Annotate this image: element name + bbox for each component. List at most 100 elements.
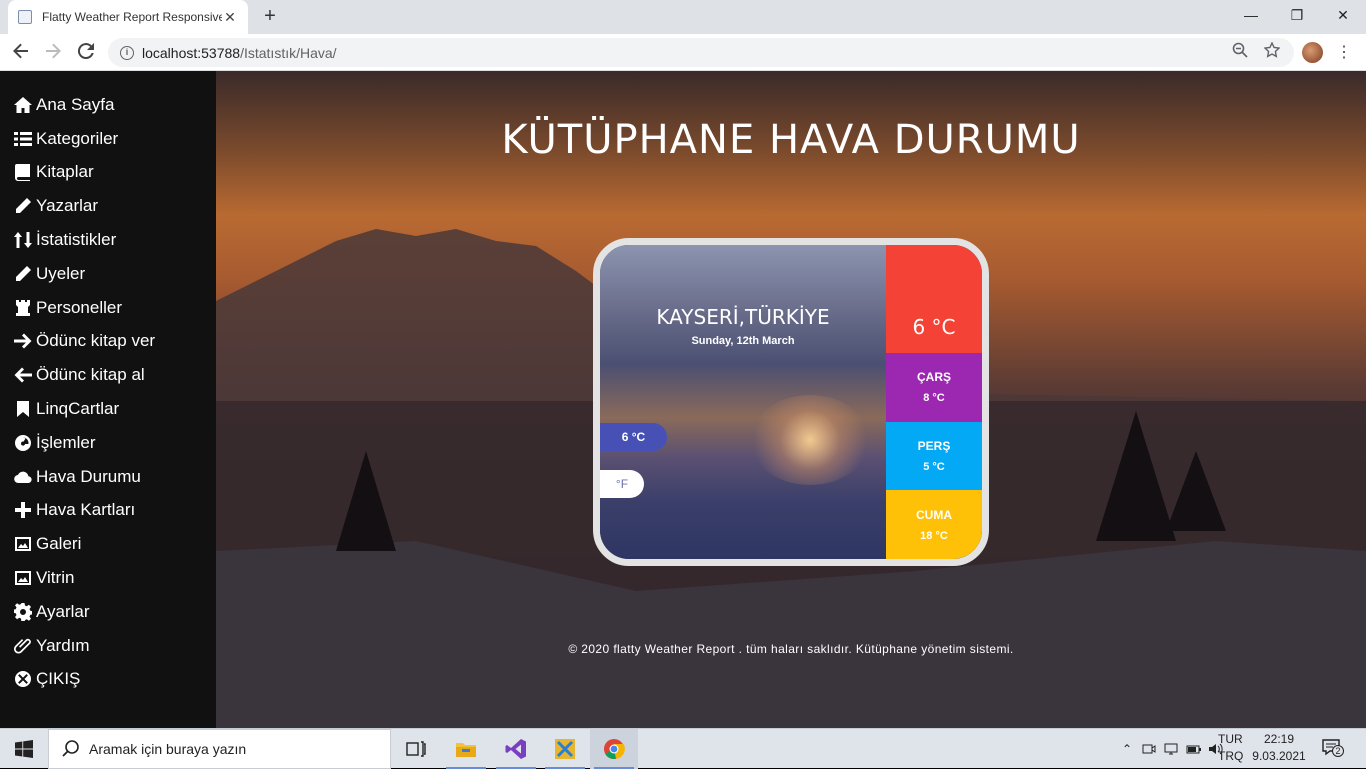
site-info-icon[interactable]: i [120, 45, 134, 60]
forecast-day-name: ÇARŞ [916, 370, 951, 385]
main-content: KÜTÜPHANE HAVA DURUMU KAYSERİ,TÜRKİYE Su… [216, 71, 1366, 728]
search-icon [62, 740, 79, 757]
book-icon [14, 162, 36, 182]
forecast-day-temp: 5 °C [923, 461, 945, 474]
sidebar-item-personeller[interactable]: Personeller [0, 291, 216, 325]
weather-date: Sunday, 12th March [691, 335, 795, 347]
current-temperature: 6 °C [886, 245, 982, 353]
taskbar-search-box[interactable]: Aramak için buraya yazın [48, 729, 391, 769]
sidebar-item-label: Personeller [36, 297, 122, 317]
visual-studio-icon [505, 739, 526, 759]
image-icon [14, 534, 36, 554]
forecast-day-temp: 18 °C [920, 529, 948, 542]
new-tab-button[interactable]: + [258, 5, 282, 29]
sidebar-item-label: Yardım [36, 635, 90, 655]
meet-now-icon[interactable] [1142, 742, 1156, 756]
clock-time: 22:19 [1263, 732, 1295, 746]
back-button[interactable] [8, 40, 34, 66]
language-code: TUR [1218, 732, 1243, 746]
arrow-left-icon [14, 365, 36, 385]
minimize-button[interactable]: — [1228, 0, 1274, 30]
sidebar-item-islemler[interactable]: İşlemler [0, 426, 216, 460]
start-button[interactable] [0, 729, 48, 769]
address-bar[interactable]: i localhost:53788/Istatıstık/Hava/ [108, 38, 1294, 67]
sunset-glow [750, 395, 870, 485]
paperclip-icon [14, 636, 36, 656]
weather-card: KAYSERİ,TÜRKİYE Sunday, 12th March 6 °C … [593, 238, 989, 566]
visual-studio-button[interactable] [492, 729, 540, 769]
fahrenheit-toggle[interactable]: °F [600, 470, 644, 498]
sql-server-button[interactable] [541, 729, 589, 769]
city-name: KAYSERİ,TÜRKİYE [656, 305, 830, 329]
chrome-button[interactable] [590, 729, 638, 769]
forecast-day-name: CUMA [916, 507, 952, 522]
zoom-icon[interactable] [1232, 42, 1248, 62]
forecast-day: CUMA 18 °C [886, 490, 982, 559]
browser-tab[interactable]: Flatty Weather Report Responsive ✕ [8, 0, 248, 34]
sidebar-item-kategoriler[interactable]: Kategoriler [0, 122, 216, 156]
task-view-button[interactable] [392, 729, 440, 769]
browser-menu-icon[interactable]: ⋮ [1336, 40, 1352, 66]
page-favicon-icon [18, 10, 32, 24]
sidebar-item-odunc-kitap-al[interactable]: Ödünc kitap al [0, 358, 216, 392]
sidebar-item-vitrin[interactable]: Vitrin [0, 561, 216, 595]
forecast-day-name: PERŞ [917, 439, 951, 454]
sidebar-item-odunc-kitap-ver[interactable]: Ödünc kitap ver [0, 325, 216, 359]
chrome-icon [604, 739, 625, 760]
sidebar-item-yardim[interactable]: Yardım [0, 629, 216, 663]
sidebar-item-galeri[interactable]: Galeri [0, 527, 216, 561]
sidebar-item-yazarlar[interactable]: Yazarlar [0, 189, 216, 223]
forward-button[interactable] [40, 40, 66, 66]
battery-icon[interactable] [1186, 742, 1202, 756]
taskbar-clock[interactable]: 22:19 9.03.2021 [1249, 731, 1309, 765]
notification-count: 2 [1332, 745, 1344, 757]
sidebar-item-cikis[interactable]: ÇIKIŞ [0, 663, 216, 697]
bookmark-star-icon[interactable] [1263, 41, 1281, 62]
maximize-button[interactable]: ❐ [1274, 0, 1320, 30]
sidebar-item-label: Ayarlar [36, 601, 90, 621]
profile-avatar[interactable] [1302, 42, 1323, 63]
task-view-icon [406, 741, 426, 757]
tab-close-icon[interactable]: ✕ [222, 9, 238, 26]
system-tray: ⌃ [1118, 729, 1224, 769]
sidebar-item-label: Hava Kartları [36, 500, 136, 520]
forecast-day: PERŞ 5 °C [886, 421, 982, 491]
tray-chevron-up-icon[interactable]: ⌃ [1118, 742, 1136, 756]
sidebar-item-kitaplar[interactable]: Kitaplar [0, 156, 216, 190]
input-language[interactable]: TUR TRQ [1218, 731, 1243, 765]
gear-icon [14, 602, 36, 622]
sidebar-item-ayarlar[interactable]: Ayarlar [0, 595, 216, 629]
sidebar-item-label: Yazarlar [36, 196, 99, 216]
windows-logo-icon [15, 740, 33, 758]
close-window-button[interactable]: ✕ [1320, 0, 1366, 30]
clock-date: 9.03.2021 [1252, 749, 1306, 763]
sidebar-item-label: ÇIKIŞ [36, 669, 81, 689]
sidebar-item-label: Vitrin [36, 568, 75, 588]
sidebar-item-label: Uyeler [36, 263, 86, 283]
sidebar-item-label: Kitaplar [36, 162, 94, 182]
image-icon [14, 568, 36, 588]
sql-tool-icon [555, 739, 575, 759]
sidebar-item-uyeler[interactable]: Uyeler [0, 257, 216, 291]
sidebar-item-hava-durumu[interactable]: Hava Durumu [0, 460, 216, 494]
notification-center-button[interactable]: 2 [1322, 739, 1344, 759]
sidebar-item-label: Kategoriler [36, 128, 119, 148]
file-explorer-button[interactable] [442, 729, 490, 769]
sidebar-item-istatistikler[interactable]: İstatistikler [0, 223, 216, 257]
sidebar-item-label: Hava Durumu [36, 466, 141, 486]
url-path: /Istatıstık/Hava/ [240, 44, 337, 61]
arrow-right-icon [14, 331, 36, 351]
sidebar-nav: Ana Sayfa Kategoriler Kitaplar Yazarlar … [0, 71, 216, 728]
sidebar-item-hava-kartlari[interactable]: Hava Kartları [0, 494, 216, 528]
reload-button[interactable] [73, 40, 99, 66]
reload-icon [77, 43, 94, 60]
sidebar-item-label: Ana Sayfa [36, 94, 115, 114]
sidebar-item-ana-sayfa[interactable]: Ana Sayfa [0, 88, 216, 122]
arrow-left-icon [13, 43, 28, 59]
sidebar-item-label: LinqCartlar [36, 399, 120, 419]
page-title: KÜTÜPHANE HAVA DURUMU [501, 117, 1081, 163]
celsius-toggle[interactable]: 6 °C [600, 423, 667, 451]
network-icon[interactable] [1164, 742, 1178, 756]
sidebar-item-linqcartlar[interactable]: LinqCartlar [0, 392, 216, 426]
cloud-icon [14, 467, 36, 487]
